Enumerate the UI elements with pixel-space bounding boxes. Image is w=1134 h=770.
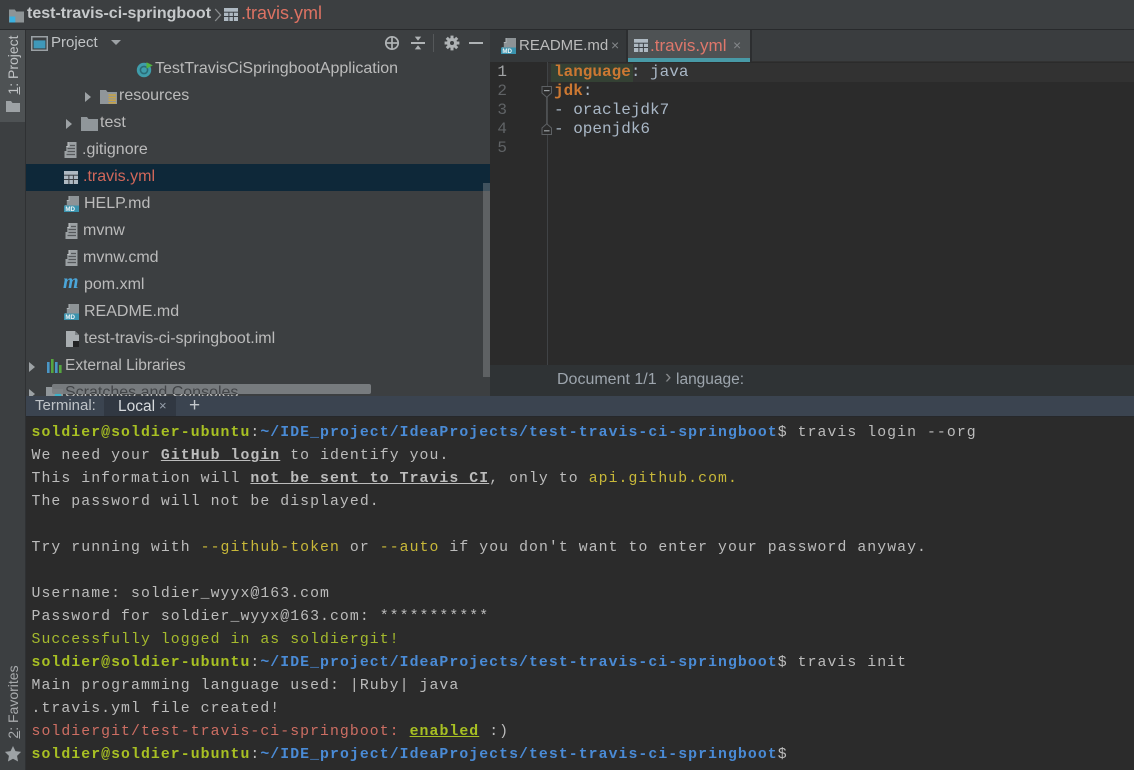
svg-text:MD: MD bbox=[65, 314, 75, 320]
svg-text:MD: MD bbox=[502, 48, 512, 54]
svg-text:MD: MD bbox=[65, 206, 75, 212]
